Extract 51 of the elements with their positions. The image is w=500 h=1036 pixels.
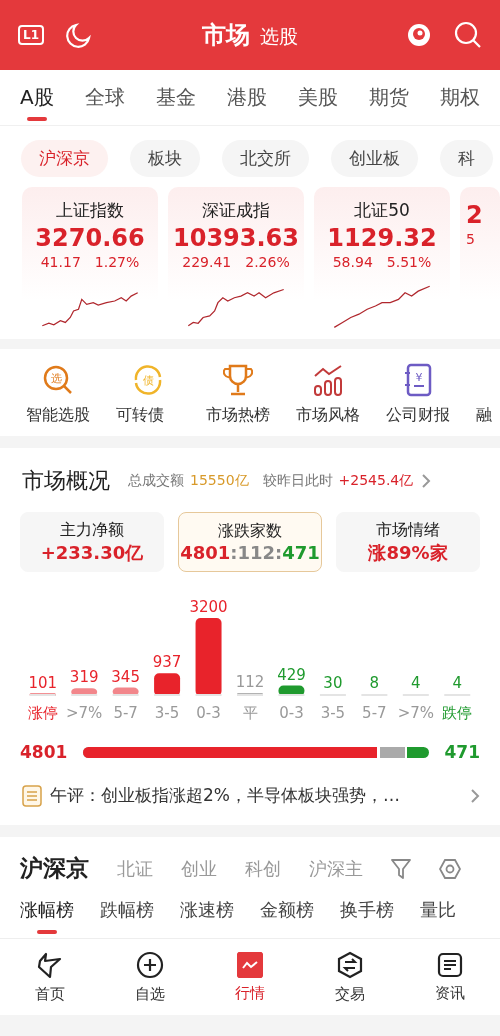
index-name: 上证指数 xyxy=(56,199,124,222)
index-change: 41.17 xyxy=(40,254,81,270)
bar-value: 937 xyxy=(152,653,182,672)
section-title: 市场概况 xyxy=(22,467,110,495)
index-value: 3270.66 xyxy=(35,224,145,252)
index-value: 2 xyxy=(466,201,483,229)
index-value: 10393.63 xyxy=(173,224,299,252)
index-change: 5 xyxy=(466,231,475,247)
category-label: 5-7 xyxy=(362,704,387,722)
compare-label: 较昨日此时 xyxy=(262,472,333,490)
category-label: 涨停 xyxy=(27,704,58,722)
category-label: 5-7 xyxy=(113,704,138,722)
category-label: 跌停 xyxy=(442,704,473,722)
bar-value: 30 xyxy=(323,674,343,692)
ledger-icon: ¥ xyxy=(403,363,433,397)
index-change: 58.94 xyxy=(332,254,373,270)
category-label: >7% xyxy=(397,704,434,722)
bar-value: 112 xyxy=(235,673,265,692)
bar-value: 8 xyxy=(369,674,380,692)
turnover-label: 总成交额 xyxy=(128,472,184,490)
index-name: 北证50 xyxy=(354,199,410,222)
bar-value: 3200 xyxy=(189,598,228,616)
bar-value: 319 xyxy=(69,668,99,687)
summary-value: 4801:112:471 xyxy=(180,542,320,563)
bar-value: 4 xyxy=(411,674,421,692)
index-percent: 2.26% xyxy=(245,254,290,270)
index-percent: 1.27% xyxy=(94,254,140,270)
turnover-value: 15550亿 xyxy=(190,472,249,490)
bar-value: 345 xyxy=(111,667,140,686)
summary-title: 涨跌家数 xyxy=(218,521,282,542)
page-title: 市场 xyxy=(202,20,250,51)
summary-title: 主力净额 xyxy=(60,519,124,541)
up-count: 4801 xyxy=(20,742,68,762)
category-label: 0-3 xyxy=(279,704,304,722)
summary-title: 市场情绪 xyxy=(376,519,440,541)
category-label: >7% xyxy=(66,704,103,722)
category-label: 3-5 xyxy=(320,704,346,722)
bar-value: 429 xyxy=(277,665,306,684)
bar-value: 101 xyxy=(28,673,58,692)
down-count: 471 xyxy=(444,742,480,762)
category-label: 平 xyxy=(242,704,258,722)
category-label: 0-3 xyxy=(196,704,221,722)
index-name: 深证成指 xyxy=(202,199,270,222)
index-change: 229.41 xyxy=(182,254,232,270)
bar-value: 4 xyxy=(452,674,463,692)
index-value: 1129.32 xyxy=(327,224,437,252)
category-label: 3-5 xyxy=(154,704,180,722)
index-percent: 5.51% xyxy=(386,254,432,270)
summary-value: +233.30亿 xyxy=(40,540,144,565)
compare-value: +2545.4亿 xyxy=(338,472,414,490)
summary-value: 涨89%家 xyxy=(368,540,448,565)
